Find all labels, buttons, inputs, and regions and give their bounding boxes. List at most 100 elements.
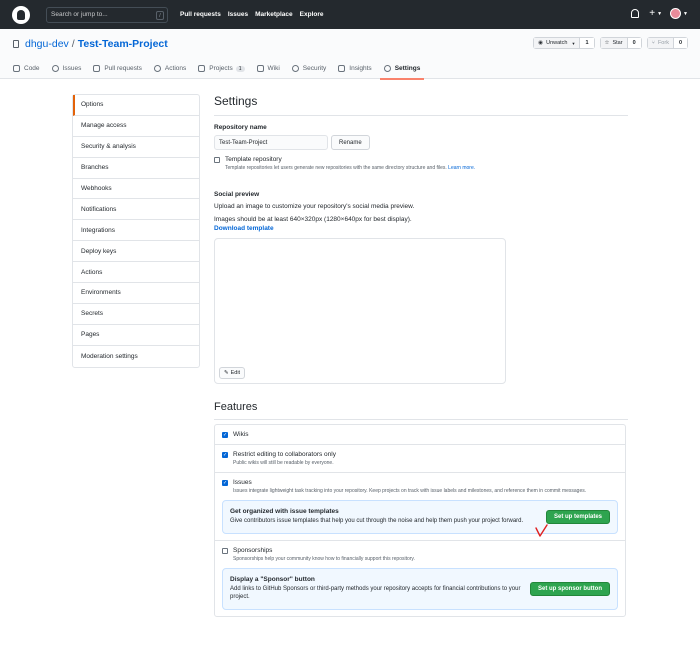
fork-label: Fork (657, 40, 669, 46)
sidebar-item-secrets[interactable]: Secrets (73, 304, 199, 325)
restrict-editing-note: Public wikis will still be readable by e… (233, 460, 334, 466)
social-preview-size-hint: Images should be at least 640×320px (128… (214, 216, 412, 223)
sidebar-item-environments[interactable]: Environments (73, 283, 199, 304)
tab-settings[interactable]: Settings (379, 60, 424, 80)
template-repository-checkbox[interactable] (214, 157, 220, 163)
sponsor-button-title: Display a "Sponsor" button (230, 575, 315, 583)
sponsor-button-callout: Display a "Sponsor" button Add links to … (222, 567, 618, 610)
notifications-bell-icon[interactable] (631, 9, 640, 18)
set-up-sponsor-button[interactable]: Set up sponsor button (530, 581, 610, 596)
github-logo-icon[interactable] (12, 5, 30, 24)
tab-security[interactable]: Security (291, 60, 326, 79)
sponsor-button-text: Add links to GitHub Sponsors or third-pa… (230, 585, 521, 601)
tab-projects[interactable]: Projects 1 (198, 60, 245, 79)
repo-icon (13, 40, 19, 48)
wikis-checkbox[interactable] (222, 432, 228, 438)
nav-explore[interactable]: Explore (300, 11, 324, 18)
tab-issues[interactable]: Issues (51, 60, 81, 79)
nav-issues[interactable]: Issues (228, 11, 248, 18)
sponsorships-label: Sponsorships (233, 546, 273, 554)
repo-title-separator: / (71, 38, 75, 50)
watch-label: Unwatch (546, 40, 568, 46)
sidebar-item-branches[interactable]: Branches (73, 158, 199, 179)
template-repository-option: Template repository Template repositorie… (214, 156, 628, 171)
sidebar-item-security-analysis[interactable]: Security & analysis (73, 137, 199, 158)
edit-button[interactable]: ✎ Edit (219, 367, 246, 379)
feature-issues: Issues Issues integrate lightweight task… (215, 473, 625, 541)
fork-count[interactable]: 0 (673, 38, 687, 48)
rename-button[interactable]: Rename (331, 135, 370, 150)
set-up-templates-button[interactable]: Set up templates (545, 509, 610, 524)
nav-pull-requests[interactable]: Pull requests (180, 11, 221, 18)
sidebar-item-options[interactable]: Options (73, 95, 199, 116)
sidebar-item-integrations[interactable]: Integrations (73, 220, 199, 242)
sidebar-item-moderation-settings[interactable]: Moderation settings (73, 346, 199, 367)
gear-icon (383, 65, 391, 72)
repo-tabs: Code Issues Pull requests Actions Projec… (13, 60, 432, 80)
tab-code[interactable]: Code (13, 60, 40, 79)
star-count[interactable]: 0 (627, 38, 641, 48)
tab-label: Settings (394, 65, 421, 72)
sidebar-item-webhooks[interactable]: Webhooks (73, 179, 199, 200)
play-icon (153, 65, 161, 72)
chevron-down-icon: ▼ (571, 40, 576, 46)
restrict-editing-checkbox[interactable] (222, 452, 228, 458)
feature-wikis: Wikis (215, 425, 625, 445)
issues-checkbox[interactable] (222, 480, 228, 486)
download-template-link[interactable]: Download template (214, 225, 628, 232)
nav-marketplace[interactable]: Marketplace (255, 11, 293, 18)
learn-more-link[interactable]: Learn more. (448, 165, 475, 171)
fork-button[interactable]: ⑂ Fork 0 (646, 37, 688, 49)
sidebar-item-actions[interactable]: Actions (73, 262, 199, 284)
tab-wiki[interactable]: Wiki (256, 60, 280, 79)
search-input[interactable]: Search or jump to... / (46, 6, 168, 23)
sidebar-item-manage-access[interactable]: Manage access (73, 116, 199, 137)
wikis-label: Wikis (233, 431, 249, 438)
issue-icon (51, 65, 59, 72)
star-icon: ☆ (604, 40, 610, 46)
sponsorships-checkbox[interactable] (222, 547, 228, 554)
star-button[interactable]: ☆ Star 0 (599, 37, 642, 49)
restrict-editing-label: Restrict editing to collaborators only (233, 451, 336, 458)
star-label: Star (612, 40, 623, 46)
pull-request-icon (93, 65, 101, 72)
template-repository-label: Template repository (225, 156, 282, 163)
sidebar-item-pages[interactable]: Pages (73, 325, 199, 346)
header-actions: + ▼ ▼ (631, 8, 688, 19)
red-checkmark-annotation-icon (535, 524, 548, 537)
tab-pull-requests[interactable]: Pull requests (93, 60, 142, 79)
social-preview-description: Upload an image to customize your reposi… (214, 203, 415, 210)
fork-icon: ⑂ (651, 40, 655, 46)
tab-actions[interactable]: Actions (153, 60, 186, 79)
repo-owner-link[interactable]: dhgu-dev (25, 38, 69, 50)
watch-count[interactable]: 1 (580, 38, 594, 48)
repo-title: dhgu-dev / Test-Team-Project (13, 38, 168, 50)
chevron-down-icon[interactable]: ▼ (683, 11, 688, 17)
graph-icon (338, 65, 346, 72)
avatar[interactable] (670, 8, 682, 19)
template-note-text: Template repositories let users generate… (225, 165, 447, 171)
shield-icon (291, 65, 299, 72)
global-nav: Pull requests Issues Marketplace Explore (180, 11, 331, 18)
settings-sidebar: Options Manage access Security & analysi… (72, 94, 200, 368)
sidebar-item-deploy-keys[interactable]: Deploy keys (73, 241, 199, 263)
issue-templates-callout: Get organized with issue templates Give … (222, 500, 618, 534)
chevron-down-icon[interactable]: ▼ (657, 11, 662, 17)
sidebar-item-notifications[interactable]: Notifications (73, 199, 199, 221)
tab-insights[interactable]: Insights (338, 60, 372, 79)
issue-templates-text: Give contributors issue templates that h… (230, 518, 524, 524)
issue-templates-title: Get organized with issue templates (230, 508, 339, 515)
watch-button[interactable]: ◉ Unwatch ▼ 1 (533, 37, 595, 49)
repo-name-input[interactable]: Test-Team-Project (214, 135, 328, 150)
settings-main: Settings Repository name Test-Team-Proje… (214, 94, 628, 617)
create-new-icon[interactable]: + (649, 8, 655, 19)
eye-icon: ◉ (538, 40, 544, 46)
repo-name-link[interactable]: Test-Team-Project (78, 38, 168, 50)
social-preview-image-area: ✎ Edit (214, 238, 506, 384)
code-icon (13, 65, 20, 72)
features-title: Features (214, 401, 628, 420)
book-icon (256, 65, 264, 72)
sponsorships-note: Sponsorships help your community know ho… (233, 555, 415, 562)
restrict-editing-option: Restrict editing to collaborators only P… (222, 451, 618, 466)
issues-label: Issues (233, 479, 252, 486)
